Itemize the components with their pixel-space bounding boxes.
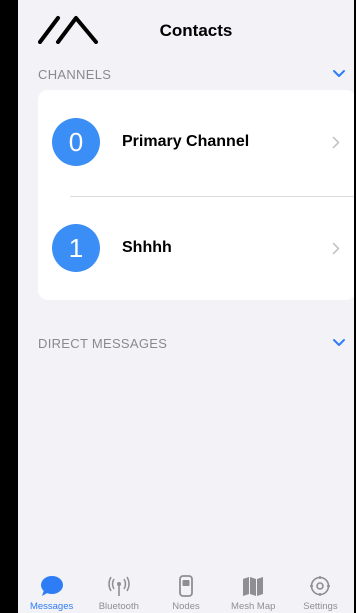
channel-name: Shhhh bbox=[122, 239, 172, 256]
page-title: Contacts bbox=[159, 21, 233, 40]
direct-messages-section-header[interactable]: DIRECT MESSAGES bbox=[18, 331, 354, 355]
tab-label: Mesh Map bbox=[231, 601, 276, 612]
chevron-right-icon bbox=[332, 242, 340, 254]
tab-label: Nodes bbox=[172, 601, 200, 612]
phone-frame: Contacts CHANNELS 0 Primary Channel 1 Sh… bbox=[0, 0, 356, 613]
channels-section-header[interactable]: CHANNELS bbox=[18, 62, 354, 86]
tab-label: Messages bbox=[29, 601, 74, 612]
screen: Contacts CHANNELS 0 Primary Channel 1 Sh… bbox=[18, 0, 354, 613]
direct-messages-section-label: DIRECT MESSAGES bbox=[38, 335, 168, 351]
tab-bar: Messages Bluetooth Nodes Mesh Map Settin… bbox=[18, 567, 354, 613]
tab-settings[interactable]: Settings bbox=[287, 567, 354, 613]
tab-messages[interactable]: Messages bbox=[18, 567, 85, 613]
channel-row-primary[interactable]: 0 Primary Channel bbox=[38, 90, 354, 194]
chevron-down-icon[interactable] bbox=[332, 338, 346, 348]
channel-row-shhhh[interactable]: 1 Shhhh bbox=[38, 196, 354, 300]
tab-bluetooth[interactable]: Bluetooth bbox=[85, 567, 152, 613]
tab-label: Settings bbox=[303, 601, 338, 612]
map-icon bbox=[240, 573, 266, 599]
antenna-icon bbox=[106, 573, 132, 599]
tab-nodes[interactable]: Nodes bbox=[152, 567, 219, 613]
chevron-down-icon[interactable] bbox=[332, 69, 346, 79]
channel-index-badge: 1 bbox=[52, 224, 100, 272]
channels-section-label: CHANNELS bbox=[38, 66, 112, 82]
message-bubble-icon bbox=[39, 573, 65, 599]
chevron-right-icon bbox=[332, 136, 340, 148]
channel-index-badge: 0 bbox=[52, 118, 100, 166]
channels-list: 0 Primary Channel 1 Shhhh bbox=[38, 90, 354, 300]
channel-name: Primary Channel bbox=[122, 133, 250, 150]
device-icon bbox=[173, 573, 199, 599]
gear-icon bbox=[307, 573, 333, 599]
tab-label: Bluetooth bbox=[98, 601, 139, 612]
tab-mesh-map[interactable]: Mesh Map bbox=[220, 567, 287, 613]
nav-bar: Contacts bbox=[18, 0, 354, 58]
